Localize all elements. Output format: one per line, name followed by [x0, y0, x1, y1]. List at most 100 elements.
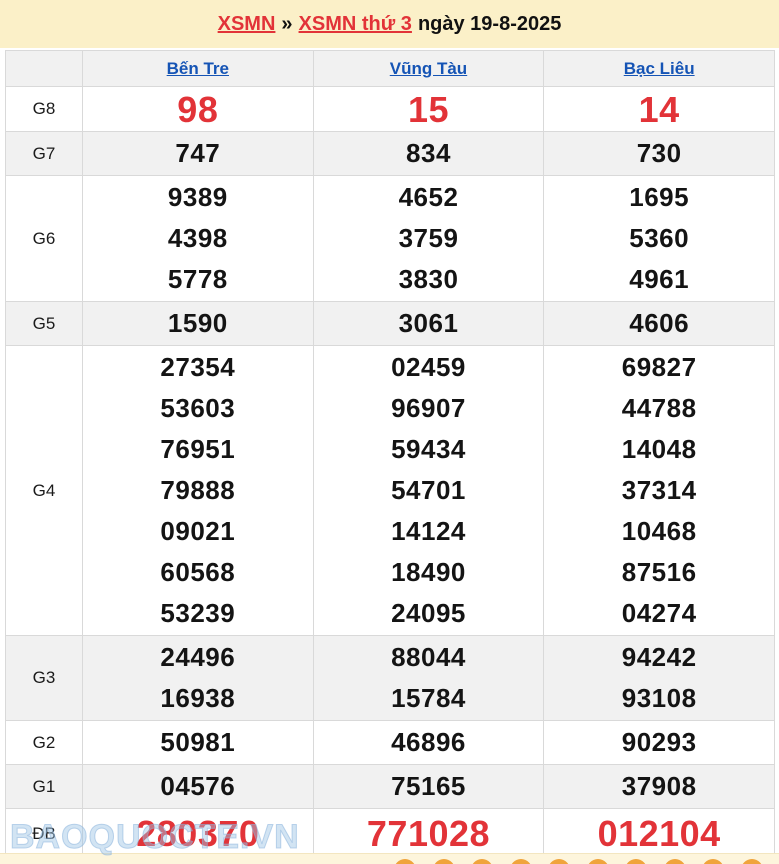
number-value: 18490 — [314, 552, 544, 593]
lotto-ball[interactable] — [587, 859, 609, 864]
number-value: 3759 — [314, 218, 544, 259]
result-cell: 04576 — [83, 765, 314, 809]
corner-cell — [6, 51, 83, 87]
ball-strip — [0, 853, 779, 864]
title-bar: XSMN»XSMN thứ 3ngày 19-8-2025 — [0, 0, 779, 48]
result-cell: 730 — [544, 132, 775, 176]
prize-label: G7 — [6, 132, 83, 176]
number-value: 14048 — [544, 429, 774, 470]
number-value: 94242 — [544, 637, 774, 678]
number-value: 3830 — [314, 259, 544, 300]
number-value: 4961 — [544, 259, 774, 300]
result-cell: 3061 — [313, 302, 544, 346]
result-cell: 14 — [544, 87, 775, 132]
result-cell: 02459969075943454701141241849024095 — [313, 346, 544, 636]
number-value: 79888 — [83, 470, 313, 511]
number-value: 1695 — [544, 177, 774, 218]
number-value: 5360 — [544, 218, 774, 259]
number-value: 15784 — [314, 678, 544, 719]
prize-label: G3 — [6, 636, 83, 721]
number-value: 69827 — [544, 347, 774, 388]
lotto-ball[interactable] — [664, 859, 686, 864]
number-value: 16938 — [83, 678, 313, 719]
prize-row-g5: G5159030614606 — [6, 302, 775, 346]
number-value: 747 — [83, 133, 313, 174]
column-header-row: Bến Tre Vũng Tàu Bạc Liêu — [6, 51, 775, 87]
number-value: 280370 — [83, 810, 313, 858]
result-cell: 834 — [313, 132, 544, 176]
number-value: 09021 — [83, 511, 313, 552]
number-value: 730 — [544, 133, 774, 174]
result-cell: 747 — [83, 132, 314, 176]
province-link-ben-tre[interactable]: Bến Tre — [167, 59, 229, 78]
result-cell: 46896 — [313, 721, 544, 765]
number-value: 60568 — [83, 552, 313, 593]
number-value: 96907 — [314, 388, 544, 429]
prize-label: G1 — [6, 765, 83, 809]
number-value: 24496 — [83, 637, 313, 678]
number-value: 75165 — [314, 766, 544, 807]
xsmn-weekday-link[interactable]: XSMN thứ 3 — [299, 13, 412, 35]
results-table: Bến Tre Vũng Tàu Bạc Liêu G8981514G77478… — [5, 50, 775, 860]
lotto-ball[interactable] — [433, 859, 455, 864]
number-value: 1590 — [83, 303, 313, 344]
column-header-bac-lieu: Bạc Liêu — [544, 51, 775, 87]
province-link-vung-tau[interactable]: Vũng Tàu — [390, 59, 467, 78]
lotto-ball[interactable] — [741, 859, 763, 864]
number-value: 04274 — [544, 593, 774, 634]
prize-row-đb: ĐB280370771028012104 — [6, 809, 775, 860]
prize-label: G8 — [6, 87, 83, 132]
number-value: 02459 — [314, 347, 544, 388]
prize-label: G2 — [6, 721, 83, 765]
number-value: 90293 — [544, 722, 774, 763]
result-cell: 50981 — [83, 721, 314, 765]
number-value: 54701 — [314, 470, 544, 511]
number-value: 4606 — [544, 303, 774, 344]
number-value: 88044 — [314, 637, 544, 678]
column-header-ben-tre: Bến Tre — [83, 51, 314, 87]
result-cell: 9424293108 — [544, 636, 775, 721]
number-value: 53603 — [83, 388, 313, 429]
number-value: 3061 — [314, 303, 544, 344]
number-value: 15 — [314, 89, 544, 130]
lotto-ball[interactable] — [548, 859, 570, 864]
number-value: 37314 — [544, 470, 774, 511]
prize-row-g7: G7747834730 — [6, 132, 775, 176]
result-cell: 280370 — [83, 809, 314, 860]
result-cell: 75165 — [313, 765, 544, 809]
title-separator: » — [281, 13, 292, 35]
result-cell: 465237593830 — [313, 176, 544, 302]
number-value: 14124 — [314, 511, 544, 552]
number-value: 46896 — [314, 722, 544, 763]
number-value: 93108 — [544, 678, 774, 719]
number-value: 98 — [83, 89, 313, 130]
number-value: 24095 — [314, 593, 544, 634]
number-value: 14 — [544, 89, 774, 130]
lotto-ball[interactable] — [471, 859, 493, 864]
result-cell: 2449616938 — [83, 636, 314, 721]
prize-row-g1: G1045767516537908 — [6, 765, 775, 809]
result-cell: 1590 — [83, 302, 314, 346]
number-value: 50981 — [83, 722, 313, 763]
number-value: 5778 — [83, 259, 313, 300]
number-value: 771028 — [314, 810, 544, 858]
number-value: 37908 — [544, 766, 774, 807]
province-link-bac-lieu[interactable]: Bạc Liêu — [624, 59, 695, 78]
result-cell: 27354536037695179888090216056853239 — [83, 346, 314, 636]
result-cell: 771028 — [313, 809, 544, 860]
number-value: 9389 — [83, 177, 313, 218]
prize-row-g8: G8981514 — [6, 87, 775, 132]
number-value: 27354 — [83, 347, 313, 388]
lotto-ball[interactable] — [702, 859, 724, 864]
column-header-vung-tau: Vũng Tàu — [313, 51, 544, 87]
result-cell: 98 — [83, 87, 314, 132]
prize-row-g2: G2509814689690293 — [6, 721, 775, 765]
number-value: 4398 — [83, 218, 313, 259]
number-value: 834 — [314, 133, 544, 174]
lotto-ball[interactable] — [510, 859, 532, 864]
lotto-ball[interactable] — [625, 859, 647, 864]
lotto-ball[interactable] — [394, 859, 416, 864]
number-value: 87516 — [544, 552, 774, 593]
xsmn-link[interactable]: XSMN — [218, 13, 276, 35]
number-value: 012104 — [544, 810, 774, 858]
